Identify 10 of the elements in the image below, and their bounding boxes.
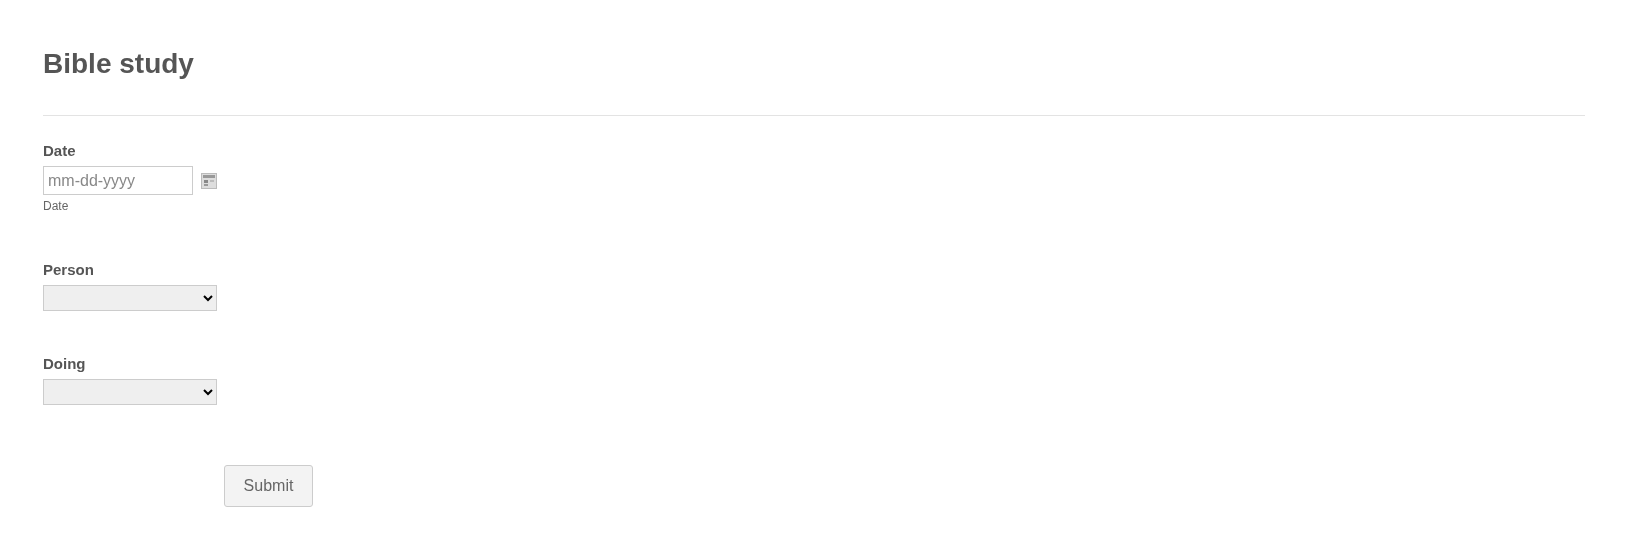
submit-button[interactable]: Submit (224, 465, 313, 507)
field-label: Doing (43, 355, 86, 373)
field-label: Date (43, 142, 76, 160)
form-title: Bible study (43, 47, 195, 81)
date-field[interactable]: mm-dd-yyyy (43, 166, 193, 195)
dropdown[interactable] (43, 285, 217, 311)
calendar-icon[interactable] (201, 172, 217, 189)
field-label: Person (43, 261, 94, 279)
field-sublabel: Date (43, 199, 69, 213)
dropdown[interactable] (43, 379, 217, 405)
